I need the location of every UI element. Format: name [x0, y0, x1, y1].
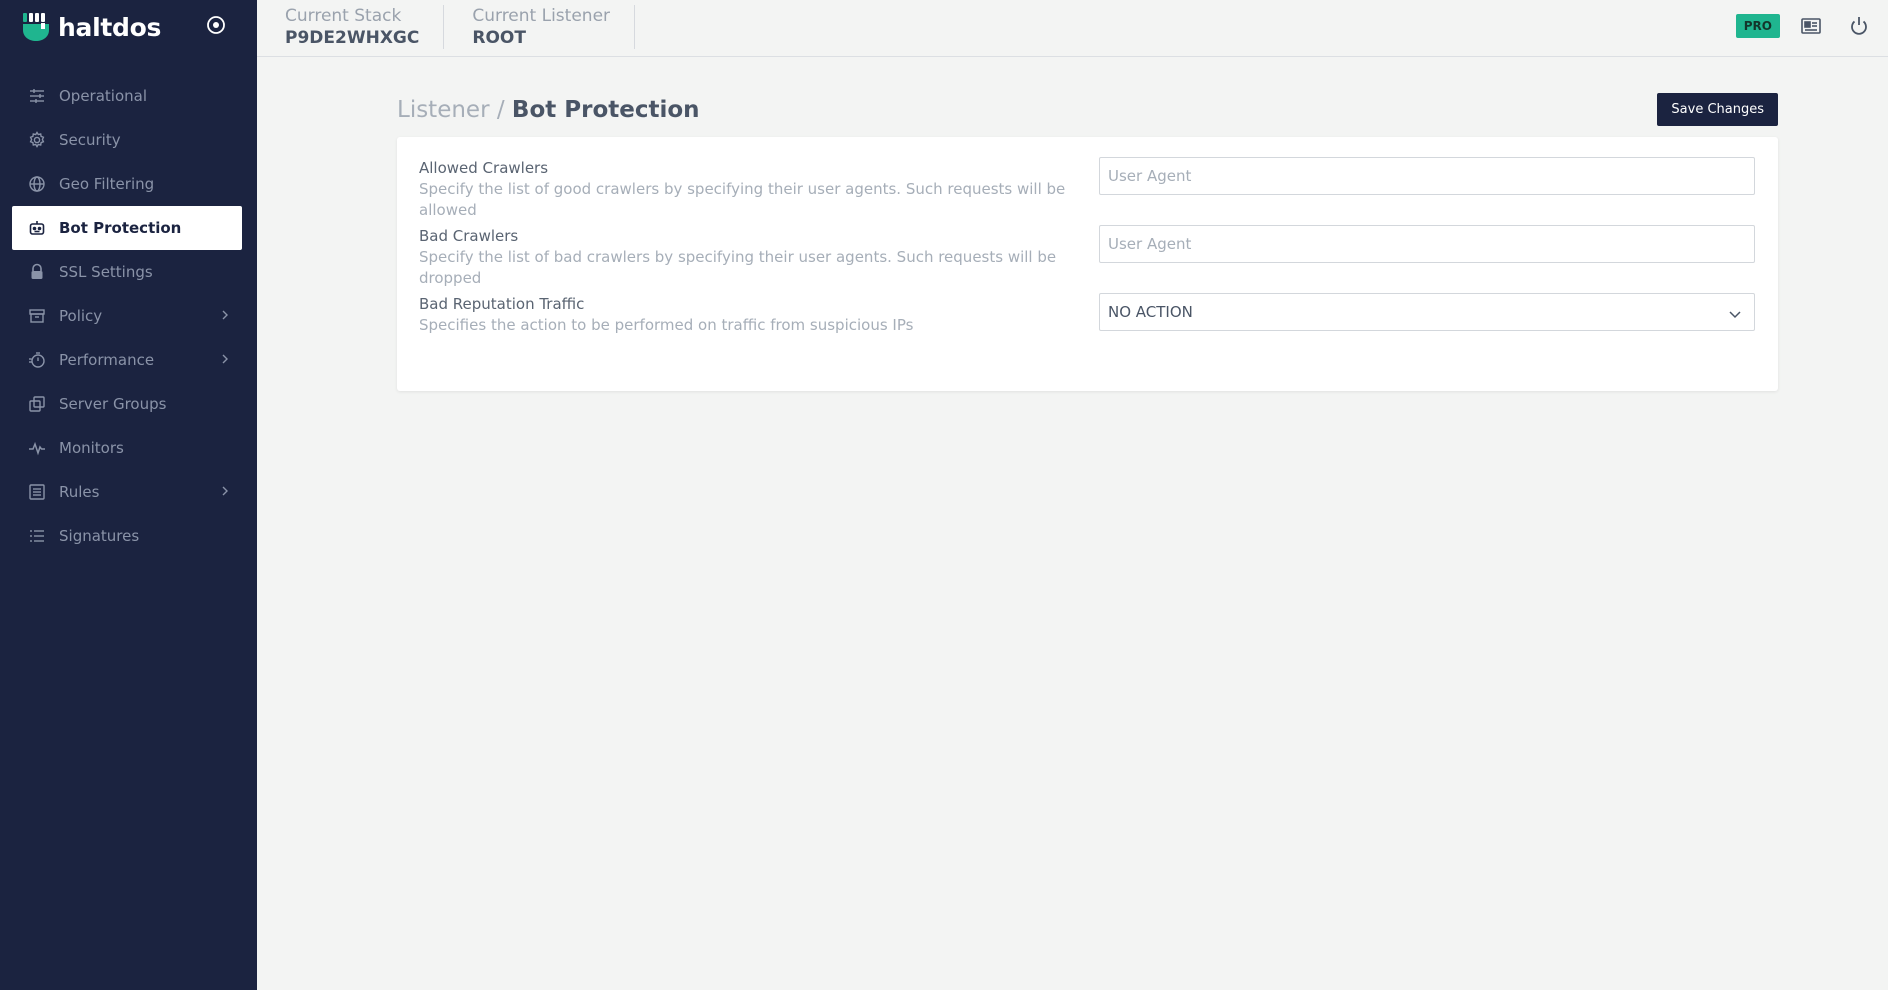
- topbar: Current Stack P9DE2WHXGC Current Listene…: [257, 0, 1888, 57]
- bad-crawlers-input[interactable]: [1108, 235, 1746, 253]
- setting-allowed-crawlers: Allowed Crawlers Specify the list of goo…: [419, 157, 1756, 225]
- sidebar-item-operational[interactable]: Operational: [0, 74, 257, 118]
- sidebar-item-security[interactable]: Security: [0, 118, 257, 162]
- topbar-actions: PRO: [1735, 0, 1888, 52]
- sidebar-item-label: Geo Filtering: [59, 175, 155, 193]
- haltdos-logo-icon: [23, 13, 49, 41]
- sidebar-item-label: Monitors: [59, 439, 124, 457]
- sidebar-nav: Operational Security Geo Filtering Bot P…: [0, 74, 257, 558]
- news-icon[interactable]: [1800, 15, 1822, 37]
- chevron-right-icon: [222, 486, 228, 496]
- sidebar-item-label: Server Groups: [59, 395, 167, 413]
- page-title: Bot Protection: [511, 96, 700, 123]
- sidebar-item-rules[interactable]: Rules: [0, 470, 257, 514]
- sidebar-item-monitors[interactable]: Monitors: [0, 426, 257, 470]
- globe-icon: [29, 176, 45, 192]
- setting-description: Specifies the action to be performed on …: [419, 316, 914, 334]
- sidebar-item-label: Bot Protection: [59, 219, 182, 237]
- current-stack-label: Current Stack: [285, 6, 402, 26]
- breadcrumb: Listener / Bot Protection: [397, 97, 700, 123]
- pro-badge: PRO: [1735, 14, 1780, 38]
- page-content: Listener / Bot Protection Save Changes A…: [397, 92, 1778, 391]
- stopwatch-icon: [29, 352, 45, 368]
- setting-text: Allowed Crawlers Specify the list of goo…: [419, 157, 1099, 221]
- save-changes-button[interactable]: Save Changes: [1657, 93, 1778, 126]
- sidebar-item-server-groups[interactable]: Server Groups: [0, 382, 257, 426]
- page-header: Listener / Bot Protection Save Changes: [397, 92, 1778, 127]
- chevron-right-icon: [222, 354, 228, 364]
- setting-title: Allowed Crawlers: [419, 159, 549, 177]
- brand: haltdos: [0, 0, 257, 54]
- current-listener-label: Current Listener: [472, 6, 611, 26]
- sidebar: haltdos Operational Security Geo Filteri…: [0, 0, 257, 990]
- sidebar-item-ssl-settings[interactable]: SSL Settings: [0, 250, 257, 294]
- setting-title: Bad Crawlers: [419, 227, 519, 245]
- sidebar-item-label: SSL Settings: [59, 263, 153, 281]
- sidebar-item-bot-protection[interactable]: Bot Protection: [12, 206, 242, 250]
- setting-description: Specify the list of good crawlers by spe…: [419, 180, 1066, 219]
- target-toggle-icon[interactable]: [206, 15, 226, 35]
- setting-text: Bad Reputation Traffic Specifies the act…: [419, 293, 1099, 336]
- breadcrumb-parent[interactable]: Listener: [397, 97, 490, 123]
- sidebar-item-label: Policy: [59, 307, 103, 325]
- lock-icon: [31, 263, 43, 279]
- sidebar-item-label: Operational: [59, 87, 148, 105]
- list-icon: [30, 530, 44, 542]
- sidebar-item-signatures[interactable]: Signatures: [0, 514, 257, 558]
- gear-icon: [29, 131, 45, 148]
- current-stack-value: P9DE2WHXGC: [285, 28, 420, 48]
- setting-bad-reputation-traffic: Bad Reputation Traffic Specifies the act…: [419, 293, 1756, 361]
- sidebar-item-label: Signatures: [59, 527, 140, 545]
- breadcrumb-separator: /: [489, 96, 512, 123]
- list-box-icon: [29, 484, 45, 500]
- bad-reputation-select[interactable]: NO ACTION: [1099, 293, 1755, 331]
- setting-title: Bad Reputation Traffic: [419, 295, 585, 313]
- current-listener[interactable]: Current Listener ROOT: [444, 5, 636, 49]
- pulse-icon: [29, 441, 45, 456]
- setting-text: Bad Crawlers Specify the list of bad cra…: [419, 225, 1099, 289]
- settings-card: Allowed Crawlers Specify the list of goo…: [397, 137, 1778, 391]
- robot-icon: [29, 221, 45, 235]
- current-stack[interactable]: Current Stack P9DE2WHXGC: [257, 5, 445, 49]
- sliders-icon: [30, 89, 44, 103]
- main-area: Current Stack P9DE2WHXGC Current Listene…: [257, 0, 1888, 990]
- power-icon[interactable]: [1848, 15, 1870, 37]
- sidebar-item-policy[interactable]: Policy: [0, 294, 257, 338]
- sidebar-item-label: Rules: [59, 483, 100, 501]
- select-value: NO ACTION: [1108, 303, 1193, 321]
- chevron-right-icon: [222, 310, 228, 320]
- copy-icon: [29, 396, 45, 412]
- setting-bad-crawlers: Bad Crawlers Specify the list of bad cra…: [419, 225, 1756, 293]
- sidebar-item-label: Security: [59, 131, 121, 149]
- allowed-crawlers-input[interactable]: [1108, 167, 1746, 185]
- sidebar-item-performance[interactable]: Performance: [0, 338, 257, 382]
- sidebar-item-label: Performance: [59, 351, 155, 369]
- chevron-down-icon: [1729, 311, 1741, 319]
- bad-crawlers-field: [1099, 225, 1755, 263]
- sidebar-item-geo-filtering[interactable]: Geo Filtering: [0, 162, 257, 206]
- archive-icon: [29, 309, 45, 323]
- setting-description: Specify the list of bad crawlers by spec…: [419, 248, 1057, 287]
- current-listener-value: ROOT: [472, 28, 526, 48]
- allowed-crawlers-field: [1099, 157, 1755, 195]
- brand-name: haltdos: [58, 12, 162, 42]
